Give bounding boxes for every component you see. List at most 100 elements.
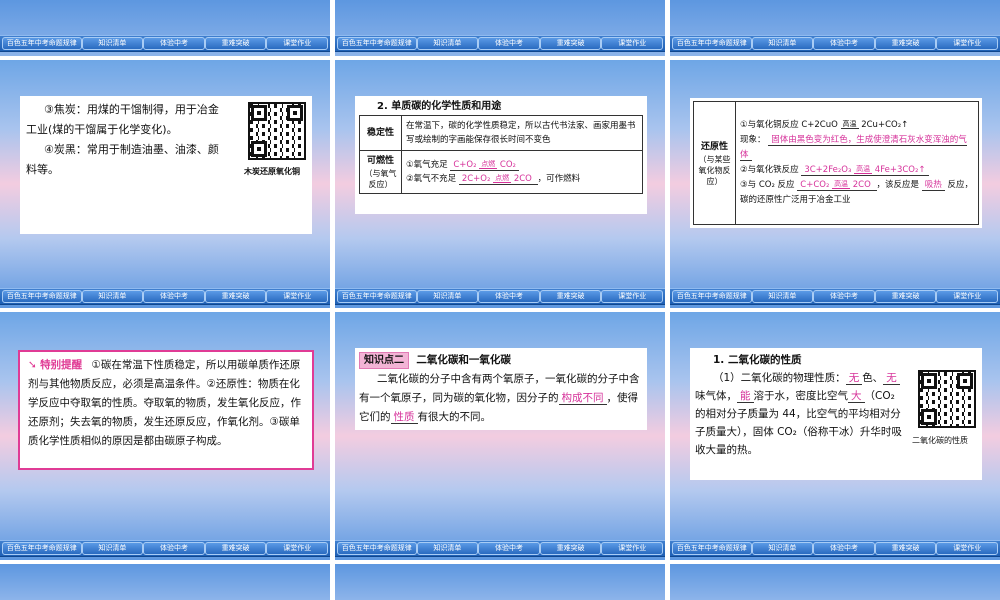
answer-blank: 固体由黑色变为红色，生成使澄清石灰水变浑浊的气体 — [740, 135, 967, 161]
text-block: ③焦炭：用煤的干馏制得，用于冶金 工业(煤的干馏属于化学变化)。 ④炭黑：常用于… — [26, 100, 236, 180]
nav-knowledge-list[interactable]: 知识清单 — [751, 542, 814, 555]
answer-blank: 吸热 — [921, 180, 945, 191]
nav-knowledge-list[interactable]: 知识清单 — [81, 290, 144, 303]
nav-exam-experience[interactable]: 体验中考 — [143, 37, 205, 50]
nav-key-difficulties[interactable]: 重难突破 — [204, 37, 267, 50]
table-row: 稳定性 在常温下，碳的化学性质稳定，所以古代书法家、画家用墨书写或绘制的字画能保… — [359, 115, 643, 151]
row-head-sub: （与氧气反应） — [364, 169, 397, 189]
paragraph: ③焦炭：用煤的干馏制得，用于冶金 — [44, 103, 219, 116]
eq-right: CO₂ — [499, 160, 516, 170]
nav-classwork[interactable]: 课堂作业 — [936, 37, 999, 50]
nav-exam-rules[interactable]: 百色五年中考命题规律 — [672, 542, 752, 555]
row-head-label: 可燃性 — [366, 156, 394, 166]
answer-blank: 无 — [883, 372, 900, 385]
row-cell: 在常温下，碳的化学性质稳定，所以古代书法家、画家用墨书写或绘制的字画能保存很长时… — [401, 115, 643, 151]
nav-exam-experience[interactable]: 体验中考 — [478, 542, 540, 555]
paragraph: 二氧化碳的分子中含有两个氧原子，一氧化碳的分子中含有一个氧原子，同为碳的氧化物，… — [359, 373, 640, 424]
nav-bar: 百色五年中考命题规律 知识清单 体验中考 重难突破 课堂作业 — [335, 288, 665, 305]
nav-bar: 百色五年中考命题规律 知识清单 体验中考 重难突破 课堂作业 — [670, 540, 1000, 557]
eq-suffix: ，可作燃料 — [537, 174, 581, 184]
eq-left: 3C+2Fe₂O₃ — [804, 165, 852, 175]
nav-exam-experience[interactable]: 体验中考 — [478, 37, 540, 50]
paragraph: 料等。 — [26, 163, 59, 176]
nav-key-difficulties[interactable]: 重难突破 — [204, 290, 267, 303]
phenomenon-line: 现象： 固体由黑色变为红色，生成使澄清石灰水变浑浊的气体 — [740, 133, 974, 163]
eq-condition: 高温 — [832, 180, 851, 189]
nav-knowledge-list[interactable]: 知识清单 — [416, 290, 479, 303]
eq-right: 4Fe+3CO₂↑ — [874, 165, 926, 175]
nav-exam-rules[interactable]: 百色五年中考命题规律 — [672, 37, 752, 50]
nav-knowledge-list[interactable]: 知识清单 — [751, 37, 814, 50]
nav-classwork[interactable]: 课堂作业 — [266, 37, 329, 50]
eq-left: C+O₂ — [453, 160, 477, 170]
nav-exam-experience[interactable]: 体验中考 — [478, 290, 540, 303]
answer-blank: 大 — [848, 390, 865, 403]
row-head-label: 还原性 — [700, 141, 728, 152]
eq-left: 2C+O₂ — [461, 174, 491, 184]
eq-prefix: ③与 CO₂ 反应 — [740, 180, 795, 190]
answer-blank: 2C+O₂ 点燃 2CO — [458, 174, 538, 185]
table-row: 还原性 （与某些氧化物反应） ①与氧化铜反应 C+2CuO 高温 2Cu+CO₂… — [693, 101, 979, 225]
content-card: 知识点二 二氧化碳和一氧化碳 二氧化碳的分子中含有两个氧原子，一氧化碳的分子中含… — [355, 348, 647, 430]
eq-right: 2CO — [513, 174, 532, 184]
nav-key-difficulties[interactable]: 重难突破 — [204, 542, 267, 555]
table-row: 可燃性 （与氧气反应） ①氧气充足 C+O₂ 点燃 CO₂ ②氧气不充足 2C+… — [359, 150, 643, 194]
nav-knowledge-list[interactable]: 知识清单 — [416, 37, 479, 50]
nav-key-difficulties[interactable]: 重难突破 — [539, 290, 602, 303]
nav-bar: 百色五年中考命题规律 知识清单 体验中考 重难突破 课堂作业 — [670, 35, 1000, 52]
nav-exam-experience[interactable]: 体验中考 — [143, 290, 205, 303]
answer-blank: 无 — [845, 372, 863, 385]
nav-exam-rules[interactable]: 百色五年中考命题规律 — [337, 290, 417, 303]
nav-classwork[interactable]: 课堂作业 — [936, 542, 999, 555]
nav-exam-experience[interactable]: 体验中考 — [813, 290, 875, 303]
paragraph: （1）二氧化碳的物理性质：无色、 无味气体，能溶于水，密度比空气大（CO₂ 的相对… — [695, 372, 902, 456]
nav-exam-rules[interactable]: 百色五年中考命题规律 — [2, 290, 82, 303]
nav-exam-rules[interactable]: 百色五年中考命题规律 — [2, 37, 82, 50]
nav-key-difficulties[interactable]: 重难突破 — [874, 542, 937, 555]
slide-bottom-right — [670, 564, 1000, 600]
nav-exam-rules[interactable]: 百色五年中考命题规律 — [2, 542, 82, 555]
nav-classwork[interactable]: 课堂作业 — [266, 290, 329, 303]
slide-coke-carbon-black: ③焦炭：用煤的干馏制得，用于冶金 工业(煤的干馏属于化学变化)。 ④炭黑：常用于… — [0, 60, 330, 308]
nav-exam-experience[interactable]: 体验中考 — [143, 542, 205, 555]
nav-knowledge-list[interactable]: 知识清单 — [81, 542, 144, 555]
nav-exam-experience[interactable]: 体验中考 — [813, 37, 875, 50]
nav-classwork[interactable]: 课堂作业 — [266, 542, 329, 555]
knowledge-point-tag: 知识点二 — [359, 352, 409, 369]
slide-special-reminder: ➘ 特别提醒 ①碳在常温下性质稳定，所以用碳单质作还原剂与其他物质反应，必须是高… — [0, 312, 330, 560]
eq-left: C+CO₂ — [800, 180, 830, 190]
row-head: 稳定性 — [359, 115, 402, 151]
nav-key-difficulties[interactable]: 重难突破 — [874, 37, 937, 50]
equation-line: ①氧气充足 C+O₂ 点燃 CO₂ — [406, 158, 638, 172]
nav-classwork[interactable]: 课堂作业 — [601, 290, 664, 303]
nav-knowledge-list[interactable]: 知识清单 — [751, 290, 814, 303]
nav-key-difficulties[interactable]: 重难突破 — [874, 290, 937, 303]
nav-classwork[interactable]: 课堂作业 — [936, 290, 999, 303]
row-cell: ①氧气充足 C+O₂ 点燃 CO₂ ②氧气不充足 2C+O₂ 点燃 2CO ，可… — [401, 150, 643, 194]
eq-mid: ，该反应是 — [876, 180, 920, 190]
nav-key-difficulties[interactable]: 重难突破 — [539, 542, 602, 555]
nav-exam-experience[interactable]: 体验中考 — [813, 542, 875, 555]
nav-knowledge-list[interactable]: 知识清单 — [416, 542, 479, 555]
slide-co2-and-co: 知识点二 二氧化碳和一氧化碳 二氧化碳的分子中含有两个氧原子，一氧化碳的分子中含… — [335, 312, 665, 560]
slide-bottom-center — [335, 564, 665, 600]
nav-exam-rules[interactable]: 百色五年中考命题规律 — [337, 542, 417, 555]
nav-key-difficulties[interactable]: 重难突破 — [539, 37, 602, 50]
qr-caption: 木炭还原氧化铜 — [244, 167, 300, 176]
nav-classwork[interactable]: 课堂作业 — [601, 542, 664, 555]
eq-right: 2CO — [852, 180, 871, 190]
nav-knowledge-list[interactable]: 知识清单 — [81, 37, 144, 50]
eq-condition: 高温 — [854, 165, 873, 174]
nav-exam-rules[interactable]: 百色五年中考命题规律 — [337, 37, 417, 50]
slide-co2-properties: 1. 二氧化碳的性质 （1）二氧化碳的物理性质：无色、 无味气体，能溶于水，密度比… — [670, 312, 1000, 560]
answer-blank: C+O₂ 点燃 CO₂ — [450, 160, 519, 171]
row-head: 还原性 （与某些氧化物反应） — [693, 101, 736, 225]
reminder-box: ➘ 特别提醒 ①碳在常温下性质稳定，所以用碳单质作还原剂与其他物质反应，必须是高… — [18, 350, 314, 470]
nav-exam-rules[interactable]: 百色五年中考命题规律 — [672, 290, 752, 303]
nav-classwork[interactable]: 课堂作业 — [601, 37, 664, 50]
section-header: 知识点二 二氧化碳和一氧化碳 — [359, 351, 643, 370]
qr-code-icon[interactable] — [248, 102, 306, 160]
qr-code-icon[interactable] — [918, 370, 976, 428]
content-card: 1. 二氧化碳的性质 （1）二氧化碳的物理性质：无色、 无味气体，能溶于水，密度比… — [690, 348, 982, 480]
equation-line: ②与氧化铁反应 3C+2Fe₂O₃ 高温 4Fe+3CO₂↑ — [740, 163, 974, 178]
